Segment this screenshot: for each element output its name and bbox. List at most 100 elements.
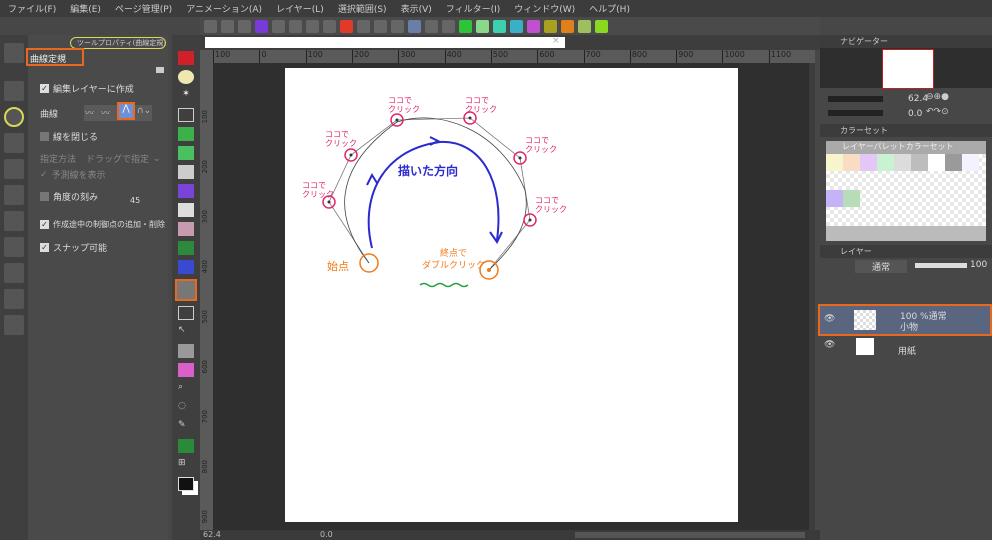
menu-item[interactable]: 表示(V)	[401, 2, 432, 15]
snap-ruler-icon[interactable]	[357, 19, 370, 33]
color-swatch[interactable]	[178, 477, 194, 491]
rotate-icon[interactable]: ◌	[178, 401, 194, 415]
color-swatch[interactable]	[826, 190, 843, 207]
tool-property-tab[interactable]: ツールプロパティ(曲線定規)	[70, 37, 166, 49]
airbrush-tool-icon[interactable]	[178, 165, 194, 179]
color-swatch[interactable]	[877, 154, 894, 171]
canvas-area[interactable]: ココで クリック ココで クリック ココで クリック ココで クリック ココで クリック …	[213, 63, 815, 530]
pen-preset-icon[interactable]	[459, 19, 472, 33]
symmetry-ruler-icon[interactable]	[4, 263, 24, 283]
eraser-tool-icon[interactable]	[178, 203, 194, 217]
menu-item[interactable]: 選択範囲(S)	[338, 2, 387, 15]
move-tool-icon[interactable]	[178, 108, 194, 122]
layer-row[interactable]: 👁 用紙	[820, 336, 992, 358]
fill-tool-icon[interactable]	[178, 222, 194, 236]
menu-item[interactable]: フィルター(I)	[446, 2, 501, 15]
layer-row-selected[interactable]: 👁 100 %通常 小物	[818, 304, 992, 336]
horizontal-scrollbar[interactable]	[575, 532, 805, 538]
blend-mode-select[interactable]: 通常	[855, 260, 907, 273]
menu-item[interactable]: ウィンドウ(W)	[514, 2, 575, 15]
angle-step-checkbox[interactable]	[40, 192, 49, 201]
gradient-tool-icon[interactable]	[178, 241, 194, 255]
ruler-tool-icon[interactable]	[175, 279, 197, 301]
color-swatch[interactable]	[894, 154, 911, 171]
frame-preset-icon[interactable]	[561, 19, 574, 33]
eraser-preset-icon[interactable]	[527, 19, 540, 33]
open-icon[interactable]	[238, 19, 251, 33]
linear-ruler-icon[interactable]	[4, 81, 24, 101]
menu-item[interactable]: ページ管理(P)	[115, 2, 172, 15]
visibility-icon[interactable]: 👁	[824, 340, 835, 350]
undo-icon[interactable]	[272, 19, 285, 33]
curve-dropdown-icon[interactable]: ∩⌄	[137, 106, 151, 120]
color-swatch[interactable]	[843, 154, 860, 171]
pencil-tool-icon[interactable]	[178, 146, 194, 160]
layer-tab[interactable]: レイヤー	[840, 246, 872, 257]
ruler-subtool-icon[interactable]	[4, 43, 24, 63]
pen-preset-2-icon[interactable]	[476, 19, 489, 33]
fill-preset-icon[interactable]	[544, 19, 557, 33]
menu-item[interactable]: ヘルプ(H)	[589, 2, 630, 15]
tutorial-icon[interactable]	[425, 19, 438, 33]
export-icon[interactable]	[255, 19, 268, 33]
color-swatch[interactable]	[928, 154, 945, 171]
snap-checkbox[interactable]: ✓	[40, 243, 49, 252]
menu-item[interactable]: レイヤー(L)	[276, 2, 324, 15]
status-zoom[interactable]: 62.4	[203, 530, 221, 539]
close-line-checkbox[interactable]	[40, 132, 49, 141]
perspective-ruler-icon[interactable]	[4, 237, 24, 257]
pen-preset-3-icon[interactable]	[493, 19, 506, 33]
blend-tool-icon[interactable]	[178, 439, 194, 453]
rotate-buttons-icon[interactable]: ↶↷⊙	[926, 107, 949, 117]
frame-tool-icon[interactable]	[178, 306, 194, 320]
magic-wand-icon[interactable]: ✶	[178, 89, 194, 103]
view-tool-icon[interactable]	[178, 51, 194, 65]
clear-selection-icon[interactable]	[306, 19, 319, 33]
fill-icon[interactable]	[323, 19, 336, 33]
text-tool-icon[interactable]	[178, 260, 194, 274]
navigator-tab[interactable]: ナビゲーター	[840, 36, 888, 47]
help-icon[interactable]	[442, 19, 455, 33]
eyedropper-icon[interactable]	[178, 363, 194, 377]
vertical-scrollbar[interactable]	[809, 63, 815, 530]
decoration-tool-icon[interactable]	[178, 184, 194, 198]
operation-tool-icon[interactable]: ↖	[178, 325, 194, 339]
figure-tool-icon[interactable]	[178, 344, 194, 358]
quadratic-bezier-icon[interactable]: 〰	[101, 106, 115, 119]
color-preset-icon[interactable]	[595, 19, 608, 33]
pen-preset-4-icon[interactable]	[510, 19, 523, 33]
zoom-slider[interactable]	[828, 96, 883, 102]
color-swatch[interactable]	[826, 154, 843, 171]
spline-icon[interactable]: 〰	[85, 106, 99, 119]
check-icon[interactable]: ✓	[40, 170, 48, 180]
colorset-tab[interactable]: カラーセット	[840, 125, 888, 136]
transform-icon[interactable]	[340, 19, 353, 33]
frame-ruler-icon[interactable]	[4, 289, 24, 309]
lasso-tool-icon[interactable]	[178, 70, 194, 84]
opacity-value[interactable]: 100	[970, 260, 987, 270]
angle-value[interactable]: 45	[130, 196, 140, 205]
special-ruler-icon[interactable]	[4, 185, 24, 205]
redo-icon[interactable]	[289, 19, 302, 33]
cubic-bezier-icon[interactable]: ⋀	[117, 102, 136, 120]
color-swatch[interactable]	[945, 154, 962, 171]
color-swatch[interactable]	[843, 190, 860, 207]
pen-tool-icon[interactable]	[178, 127, 194, 141]
guide-icon[interactable]	[4, 211, 24, 231]
texture-preset-icon[interactable]	[578, 19, 591, 33]
add-delete-points-checkbox[interactable]: ✓	[40, 220, 49, 229]
status-angle[interactable]: 0.0	[320, 530, 333, 539]
color-swatch[interactable]	[860, 154, 877, 171]
create-on-edit-layer-checkbox[interactable]: ✓	[40, 84, 49, 93]
zoom-buttons-icon[interactable]: ⊖⊕●	[926, 92, 949, 102]
close-tab-icon[interactable]: ×	[552, 36, 560, 46]
zoom-icon[interactable]: ⌕	[178, 382, 194, 396]
color-swatch[interactable]	[962, 154, 979, 171]
opacity-slider[interactable]	[915, 263, 967, 268]
visibility-icon[interactable]: 👁	[824, 314, 835, 324]
correct-line-icon[interactable]: ✎	[178, 420, 194, 434]
rotate-slider[interactable]	[828, 110, 883, 116]
curve-ruler-icon[interactable]	[4, 107, 24, 127]
colorset-select[interactable]: レイヤーパレットカラーセット	[826, 141, 986, 154]
menu-item[interactable]: ファイル(F)	[8, 2, 56, 15]
